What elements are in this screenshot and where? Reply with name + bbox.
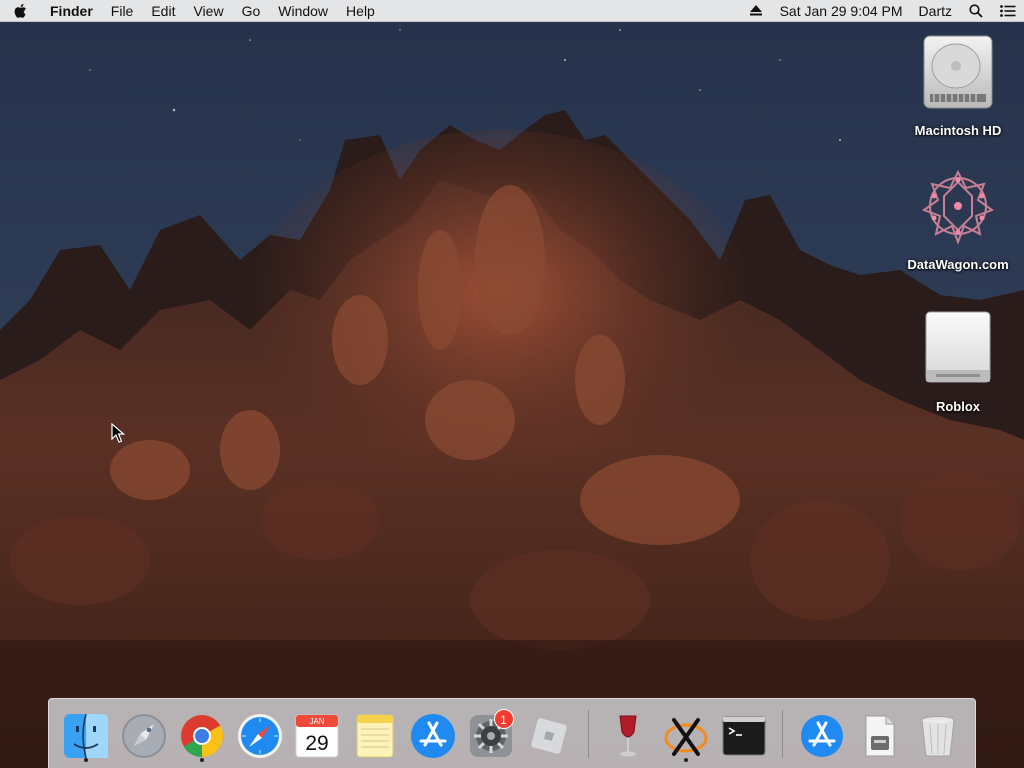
calendar-day: 29 xyxy=(306,732,329,755)
dock-item-calendar[interactable]: JAN 29 xyxy=(293,706,342,762)
trash-icon xyxy=(914,712,962,765)
dock-item-downloads[interactable] xyxy=(798,706,847,762)
desktop-icon-datawagon[interactable]: DataWagon.com xyxy=(898,166,1018,272)
menu-window[interactable]: Window xyxy=(269,0,337,22)
calendar-icon: JAN 29 xyxy=(293,712,341,765)
desktop-icon-roblox[interactable]: Roblox xyxy=(898,308,1018,414)
dock-separator xyxy=(782,709,784,758)
apple-menu-icon[interactable] xyxy=(0,0,40,22)
menu-go[interactable]: Go xyxy=(233,0,270,22)
launchpad-icon xyxy=(120,712,168,765)
wine-icon xyxy=(604,712,652,765)
notification-badge: 1 xyxy=(493,708,514,729)
dock-item-system-preferences[interactable]: 1 xyxy=(467,706,516,762)
hard-drive-icon xyxy=(920,32,996,117)
desktop-icon-label: Roblox xyxy=(935,399,981,414)
menu-view[interactable]: View xyxy=(184,0,232,22)
desktop-wallpaper xyxy=(0,0,1024,768)
running-indicator xyxy=(683,757,688,762)
desktop-icon-label: DataWagon.com xyxy=(907,257,1009,272)
notes-icon xyxy=(351,712,399,765)
dock-item-app-store[interactable] xyxy=(409,706,458,762)
dock-item-launchpad[interactable] xyxy=(119,706,168,762)
dock-item-roblox[interactable] xyxy=(525,706,574,762)
dock-item-xquartz[interactable] xyxy=(661,706,710,762)
removable-disk-icon xyxy=(922,308,994,393)
dock-item-trash[interactable] xyxy=(914,706,963,762)
eject-icon[interactable] xyxy=(740,0,772,22)
calendar-month: JAN xyxy=(310,717,325,726)
roblox-icon xyxy=(525,712,573,765)
network-volume-icon xyxy=(918,166,998,251)
chrome-icon xyxy=(178,712,226,765)
dock-item-chrome[interactable] xyxy=(177,706,226,762)
menu-help[interactable]: Help xyxy=(337,0,384,22)
dock-separator xyxy=(587,709,589,758)
desktop-icon-macintosh-hd[interactable]: Macintosh HD xyxy=(898,32,1018,138)
mouse-cursor-icon xyxy=(111,422,126,448)
installer-icon xyxy=(856,712,904,765)
desktop-icon-label: Macintosh HD xyxy=(914,123,1002,138)
finder-icon xyxy=(62,712,110,765)
dock-item-installer[interactable] xyxy=(856,706,905,762)
menu-edit[interactable]: Edit xyxy=(142,0,184,22)
running-indicator xyxy=(83,757,88,762)
app-store-downloads-icon xyxy=(798,712,846,765)
dock-item-terminal[interactable] xyxy=(719,706,768,762)
menu-user-name[interactable]: Dartz xyxy=(911,0,960,22)
menu-clock[interactable]: Sat Jan 29 9:04 PM xyxy=(772,0,911,22)
menu-bar: Finder File Edit View Go Window Help Sat… xyxy=(0,0,1024,22)
safari-icon xyxy=(236,712,284,765)
menu-file[interactable]: File xyxy=(102,0,143,22)
search-icon[interactable] xyxy=(960,0,992,22)
dock-item-notes[interactable] xyxy=(351,706,400,762)
list-icon[interactable] xyxy=(992,0,1024,22)
dock-item-finder[interactable] xyxy=(62,706,111,762)
running-indicator xyxy=(199,757,204,762)
menu-app-name[interactable]: Finder xyxy=(40,0,102,22)
dock-item-wine[interactable] xyxy=(603,706,652,762)
terminal-icon xyxy=(720,712,768,765)
app-store-icon xyxy=(409,712,457,765)
dock: JAN 29 1 xyxy=(48,698,976,768)
dock-item-safari[interactable] xyxy=(235,706,284,762)
xquartz-icon xyxy=(662,712,710,765)
menu-bar-status-area: Sat Jan 29 9:04 PM Dartz xyxy=(740,0,1024,22)
mountain-wallpaper-image xyxy=(0,0,1024,768)
